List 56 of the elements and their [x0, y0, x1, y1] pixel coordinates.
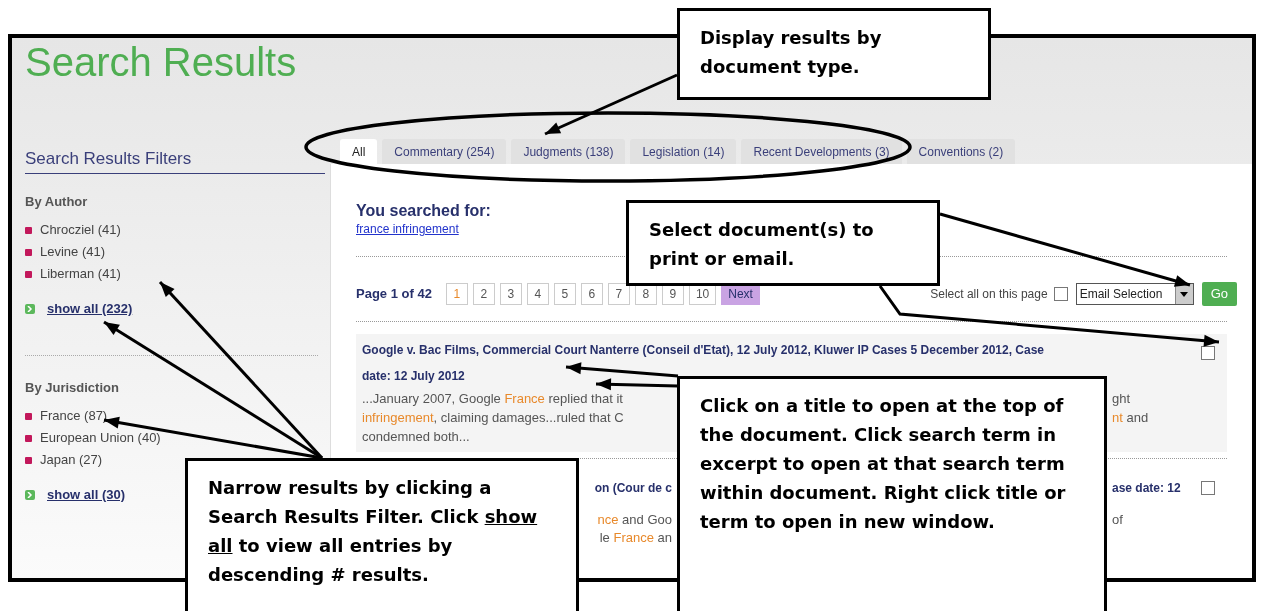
filter-link[interactable]: France (87)	[40, 406, 108, 426]
page-link[interactable]: 5	[553, 283, 576, 305]
chevron-icon	[25, 489, 35, 500]
excerpt-text: infringement, claiming damages...ruled that C	[362, 409, 624, 427]
bullet-icon	[25, 248, 32, 256]
filter-link[interactable]: European Union (40)	[40, 428, 161, 448]
bullet-icon	[25, 434, 32, 442]
chevron-icon	[25, 303, 35, 314]
filter-link[interactable]: Levine (41)	[40, 242, 106, 262]
page-link[interactable]: 3	[499, 283, 522, 305]
result-title[interactable]: on (Cour de c	[594, 479, 672, 497]
dropdown-icon	[1174, 284, 1193, 304]
tab[interactable]: All	[340, 139, 378, 164]
show-all-link[interactable]: show all (30)	[47, 485, 126, 505]
filters-heading: Search Results Filters	[25, 146, 325, 174]
result-title[interactable]: ase date: 12	[1112, 479, 1181, 497]
filter-link[interactable]: Chrocziel (41)	[40, 220, 121, 240]
tab[interactable]: Recent Developments (3)	[741, 139, 902, 164]
filter-link[interactable]: Liberman (41)	[40, 264, 121, 284]
filter-link[interactable]: Japan (27)	[40, 450, 103, 470]
action-select[interactable]: Email Selection	[1075, 283, 1194, 305]
page-title: Search Results	[25, 40, 297, 84]
excerpt-text: condemned both...	[362, 428, 470, 446]
callout-text: Click on a title to open at the top of the document. Click search term in excerpt to open at that search term within document. Right click title or term to open in new window.	[700, 394, 1067, 534]
bullet-icon	[25, 226, 32, 234]
tab[interactable]: Conventions (2)	[906, 139, 1016, 164]
excerpt-text: le France an	[599, 529, 672, 547]
callout-text: Display results by document type.	[700, 26, 883, 79]
result-title[interactable]: date: 12 July 2012	[362, 367, 465, 385]
excerpt-text: nt and	[1112, 409, 1149, 427]
checkbox[interactable]	[1201, 346, 1215, 360]
filter-group-heading: By Author	[25, 192, 89, 211]
bullet-icon	[25, 456, 32, 464]
callout-text: Narrow results by clicking a Search Results Filter. Click show all to view all entries by descending # results.	[208, 476, 539, 587]
checkbox[interactable]	[1053, 287, 1068, 301]
tab[interactable]: Commentary (254)	[382, 139, 507, 164]
bullet-icon	[25, 270, 32, 278]
query-label: You searched for:	[356, 202, 492, 220]
excerpt-text: of	[1112, 511, 1123, 529]
page-link[interactable]: 4	[526, 283, 549, 305]
tab[interactable]: Legislation (14)	[630, 139, 737, 164]
bullet-icon	[25, 412, 32, 420]
select-all-label: Select all on this page	[930, 286, 1048, 303]
excerpt-text: nce and Goo	[597, 511, 672, 529]
page-count: Page 1 of 42	[356, 285, 432, 304]
show-all-link[interactable]: show all (232)	[47, 299, 133, 319]
excerpt-text: ...January 2007, Google France replied that it	[362, 390, 623, 408]
callout-text: Select document(s) to print or email.	[649, 218, 875, 271]
filter-group-heading: By Jurisdiction	[25, 378, 120, 397]
query-link[interactable]: france infringement	[356, 220, 459, 238]
tab[interactable]: Judgments (138)	[511, 139, 626, 164]
excerpt-text: ght	[1112, 390, 1131, 408]
checkbox[interactable]	[1201, 481, 1215, 495]
page-link[interactable]: 2	[472, 283, 495, 305]
page-link[interactable]: 6	[580, 283, 603, 305]
result-title[interactable]: Google v. Bac Films, Commercial Court Nanterre (Conseil d'Etat), 12 July 2012, Kluwer IP Cases 5 December 2012, Case	[362, 340, 1044, 360]
